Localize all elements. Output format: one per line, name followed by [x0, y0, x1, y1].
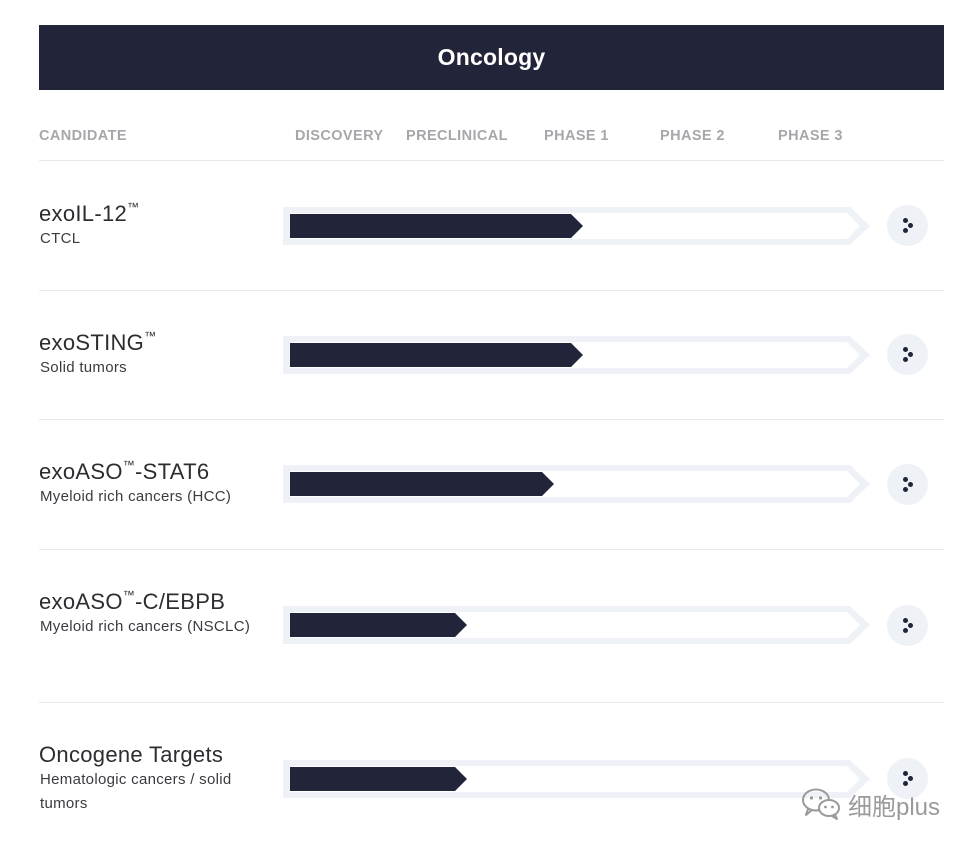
column-header-discovery: DISCOVERY: [295, 128, 384, 144]
progress-fill: [290, 472, 554, 496]
row-divider: [39, 419, 944, 420]
wechat-icon: [802, 788, 840, 820]
row-action-button[interactable]: [887, 334, 928, 375]
scatter-dots-icon: [908, 482, 913, 487]
scatter-dots-icon: [903, 628, 908, 633]
column-header-candidate: CANDIDATE: [39, 128, 127, 144]
scatter-dots-icon: [908, 223, 913, 228]
scatter-dots-icon: [903, 487, 908, 492]
candidate-name: Oncogene Targets: [39, 742, 224, 767]
candidate-name: exoASO™-C/EBPB: [39, 587, 226, 614]
progress-graphic: [283, 760, 870, 798]
pipeline-progress-track: [283, 336, 871, 374]
progress-fill: [290, 214, 583, 238]
candidate-indication: CTCL: [40, 230, 81, 247]
progress-graphic: [283, 207, 870, 245]
pipeline-progress-track: [283, 760, 871, 798]
watermark: 细胞plus: [800, 786, 940, 822]
pipeline-progress-track: [283, 606, 871, 644]
scatter-dots-icon: [903, 228, 908, 233]
row-action-button[interactable]: [887, 464, 928, 505]
pipeline-progress-track: [283, 207, 871, 245]
scatter-dots-icon: [908, 352, 913, 357]
scatter-dots-icon: [903, 357, 908, 362]
candidate-indication: Hematologic cancers / solid tumors: [40, 771, 232, 812]
candidate-name: exoSTING™: [39, 328, 157, 355]
pipeline-progress-track: [283, 465, 871, 503]
column-header-phase-1: PHASE 1: [544, 128, 609, 144]
row-action-button[interactable]: [887, 605, 928, 646]
scatter-dots-icon: [908, 776, 913, 781]
scatter-dots-icon: [908, 623, 913, 628]
progress-graphic: [283, 336, 870, 374]
column-header-phase-2: PHASE 2: [660, 128, 725, 144]
scatter-dots-icon: [903, 477, 908, 482]
progress-graphic: [283, 465, 870, 503]
scatter-dots-icon: [903, 218, 908, 223]
row-divider: [39, 160, 944, 161]
candidate-name: exoIL-12™: [39, 199, 140, 226]
scatter-dots-icon: [903, 771, 908, 776]
section-banner: Oncology: [39, 25, 944, 90]
candidate-indication: Solid tumors: [40, 359, 127, 376]
candidate-name: exoASO™-STAT6: [39, 457, 210, 484]
column-header-phase-3: PHASE 3: [778, 128, 843, 144]
watermark-text: 细胞plus: [848, 793, 941, 821]
progress-fill: [290, 767, 467, 791]
section-title: Oncology: [437, 44, 546, 70]
candidate-indication: Myeloid rich cancers (NSCLC): [40, 618, 251, 635]
progress-fill: [290, 613, 467, 637]
row-divider: [39, 549, 944, 550]
column-header-preclinical: PRECLINICAL: [406, 128, 508, 144]
row-divider: [39, 702, 944, 703]
row-divider: [39, 290, 944, 291]
progress-fill: [290, 343, 583, 367]
candidate-indication: Myeloid rich cancers (HCC): [40, 488, 232, 505]
scatter-dots-icon: [903, 347, 908, 352]
progress-graphic: [283, 606, 870, 644]
scatter-dots-icon: [903, 618, 908, 623]
row-action-button[interactable]: [887, 205, 928, 246]
